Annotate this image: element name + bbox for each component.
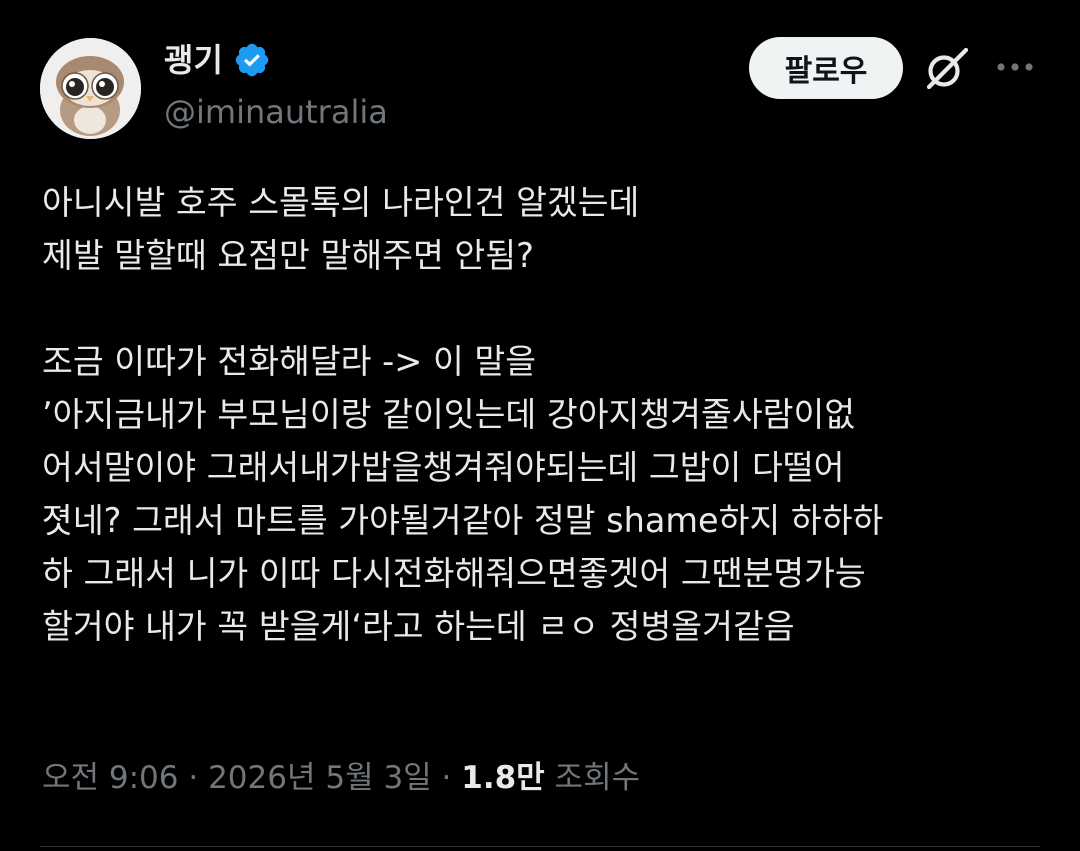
user-handle[interactable]: @iminautralia (164, 92, 388, 132)
grok-icon[interactable] (921, 44, 971, 94)
user-name-row: 괭기 (164, 38, 271, 82)
divider (40, 846, 1040, 847)
tweet-meta: 오전 9:06 · 2026년 5월 3일 · 1.8만 조회수 (42, 756, 640, 800)
tweet-time[interactable]: 오전 9:06 (42, 760, 179, 796)
views-label: 조회수 (554, 760, 641, 796)
more-horizontal-icon[interactable] (995, 52, 1035, 82)
verified-badge-icon[interactable] (233, 41, 271, 79)
display-name[interactable]: 괭기 (164, 38, 223, 82)
meta-separator: · (178, 760, 209, 796)
plush-owl-avatar-icon (40, 38, 141, 139)
tweet-text: 아니시발 호주 스몰톡의 나라인건 알겠는데 제발 말할때 요점만 말해주면 안… (42, 183, 884, 646)
views-count: 1.8만 (461, 760, 545, 796)
avatar[interactable] (40, 38, 141, 139)
tweet-date[interactable]: 2026년 5월 3일 (208, 760, 432, 796)
meta-separator: · (431, 760, 462, 796)
follow-button[interactable]: 팔로우 (749, 37, 903, 99)
